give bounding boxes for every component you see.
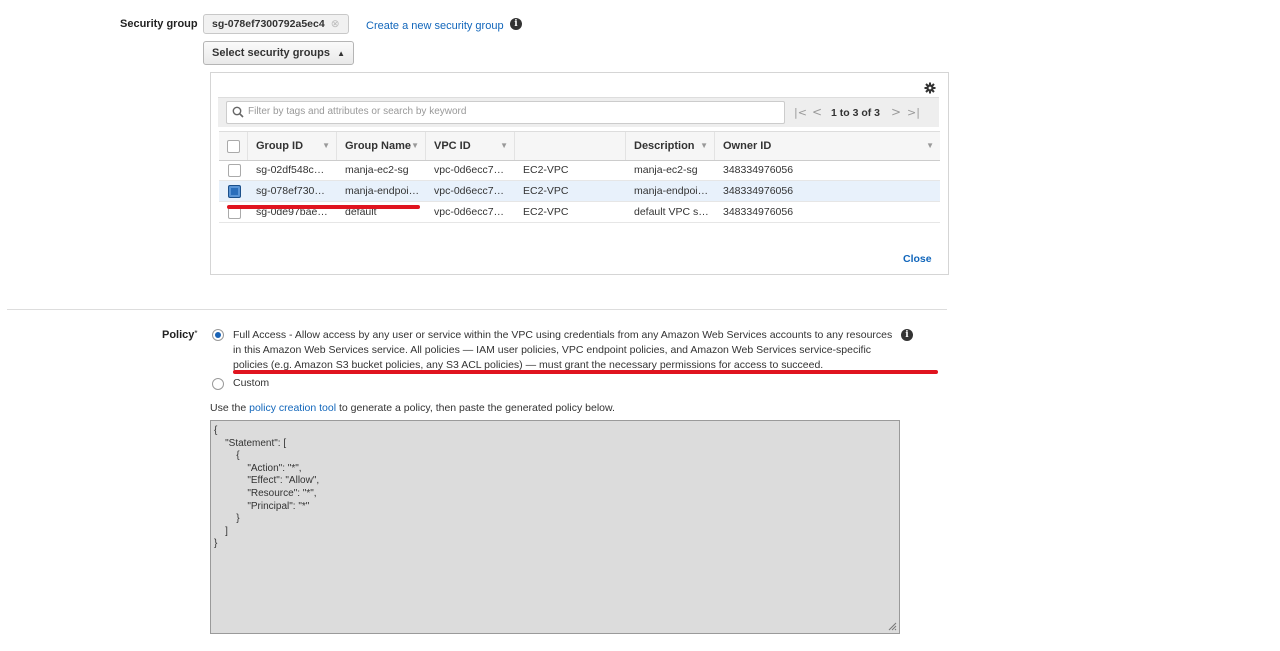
cell-group-id: sg-078ef730… [256, 185, 325, 197]
col-group-id[interactable]: Group ID ▼ [248, 132, 337, 160]
custom-radio[interactable] [212, 378, 224, 390]
policy-tool-suffix: to generate a policy, then paste the gen… [339, 402, 615, 414]
policy-tool-line: Use the policy creation tool to generate… [210, 402, 615, 414]
prev-page-icon[interactable]: < [812, 105, 822, 119]
cell-vpc: EC2-VPC [523, 185, 569, 197]
col-group-name[interactable]: Group Name ▼ [337, 132, 426, 160]
col-description[interactable]: Description ▼ [626, 132, 715, 160]
policy-info-icon[interactable]: i [901, 329, 913, 341]
cell-description: manja-ec2-sg [634, 164, 698, 176]
token-text: sg-078ef7300792a5ec4 [212, 18, 325, 30]
row-checkbox[interactable] [228, 185, 241, 198]
custom-label: Custom [233, 377, 270, 389]
full-access-text: Full Access - Allow access by any user o… [233, 329, 893, 371]
caret-up-icon: ▲ [337, 49, 345, 58]
select-all-checkbox[interactable] [227, 140, 240, 153]
selected-security-group-token: sg-078ef7300792a5ec4 ⊗ [203, 14, 349, 34]
info-icon[interactable]: i [510, 18, 522, 30]
cell-vpc-id: vpc-0d6ecc7… [434, 164, 505, 176]
cell-description: manja-endpoi… [634, 185, 709, 197]
cell-vpc-id: vpc-0d6ecc7… [434, 206, 505, 218]
table-row[interactable]: sg-078ef730… manja-endpoi… vpc-0d6ecc7… … [219, 181, 940, 202]
cell-vpc: EC2-VPC [523, 206, 569, 218]
security-group-label: Security group [120, 18, 198, 30]
cell-description: default VPC s… [634, 206, 709, 218]
cell-group-name: manja-ec2-sg [345, 164, 409, 176]
col-vpc-id[interactable]: VPC ID ▼ [426, 132, 515, 160]
col-owner-id[interactable]: Owner ID ▼ [715, 132, 940, 160]
cell-vpc: EC2-VPC [523, 164, 569, 176]
policy-document-text: { "Statement": [ { "Action": "*", "Effec… [214, 425, 320, 550]
select-all-cell [219, 132, 248, 160]
cell-owner-id: 348334976056 [723, 206, 794, 218]
policy-document-editor[interactable]: { "Statement": [ { "Action": "*", "Effec… [210, 420, 900, 634]
search-icon [232, 106, 244, 118]
select-security-groups-button[interactable]: Select security groups ▲ [203, 41, 354, 65]
cell-group-id: sg-02df548c… [256, 164, 325, 176]
cell-vpc-id: vpc-0d6ecc7… [434, 185, 505, 197]
filter-input[interactable]: Filter by tags and attributes or search … [226, 101, 785, 124]
policy-tool-prefix: Use the [210, 402, 247, 414]
select-button-label: Select security groups [212, 47, 330, 59]
next-page-icon[interactable]: > [891, 105, 901, 119]
annotation-underline-policy [233, 370, 938, 374]
filter-placeholder: Filter by tags and attributes or search … [248, 106, 467, 117]
close-link[interactable]: Close [903, 253, 932, 265]
first-page-icon[interactable]: |< [794, 106, 807, 119]
table-header: Group ID ▼ Group Name ▼ VPC ID ▼ Descriptio… [219, 131, 940, 161]
row-checkbox[interactable] [228, 164, 241, 177]
policy-label: Policy* [162, 329, 198, 341]
token-remove-icon[interactable]: ⊗ [331, 18, 340, 30]
table-row[interactable]: sg-02df548c… manja-ec2-sg vpc-0d6ecc7… E… [219, 160, 940, 181]
resize-grip-icon[interactable] [887, 621, 897, 631]
col-vpc[interactable] [515, 132, 626, 160]
create-security-group-link[interactable]: Create a new security group [366, 20, 504, 32]
pagination-text: 1 to 3 of 3 [831, 107, 881, 119]
cell-group-name: manja-endpoi… [345, 185, 420, 197]
gear-icon[interactable] [924, 82, 936, 94]
last-page-icon[interactable]: >| [907, 106, 920, 119]
policy-creation-tool-link[interactable]: policy creation tool [249, 402, 336, 414]
full-access-radio[interactable] [212, 329, 224, 341]
cell-owner-id: 348334976056 [723, 185, 794, 197]
cell-owner-id: 348334976056 [723, 164, 794, 176]
annotation-underline-row [227, 205, 420, 209]
section-divider [7, 309, 947, 310]
